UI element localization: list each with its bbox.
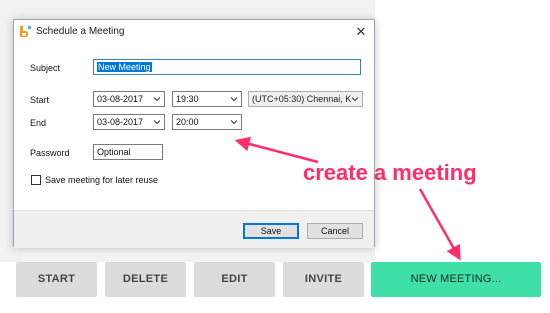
invite-button[interactable]: INVITE <box>283 262 364 297</box>
subject-value: New Meeting <box>97 62 152 72</box>
schedule-meeting-dialog: Schedule a Meeting ✕ Subject New Meeting… <box>13 19 375 248</box>
password-input[interactable]: Optional <box>93 144 163 160</box>
chevron-down-icon <box>230 120 238 125</box>
end-date-picker[interactable]: 03-08-2017 <box>93 114 165 130</box>
new-meeting-button[interactable]: NEW MEETING... <box>371 262 541 297</box>
subject-input[interactable]: New Meeting <box>93 59 361 75</box>
annotation-text: create a meeting <box>303 160 477 185</box>
timezone-select[interactable]: (UTC+05:30) Chennai, K <box>248 91 363 107</box>
end-time-value: 20:00 <box>176 117 199 127</box>
dialog-footer: Save Cancel <box>14 210 374 248</box>
delete-button[interactable]: DELETE <box>105 262 186 297</box>
start-time-value: 19:30 <box>176 94 199 104</box>
close-icon[interactable]: ✕ <box>348 20 374 44</box>
save-button[interactable]: Save <box>243 223 299 239</box>
password-placeholder: Optional <box>97 147 131 157</box>
timezone-value: (UTC+05:30) Chennai, K <box>252 94 352 104</box>
start-date-picker[interactable]: 03-08-2017 <box>93 91 165 107</box>
dialog-titlebar: Schedule a Meeting ✕ <box>14 20 374 46</box>
end-time-picker[interactable]: 20:00 <box>172 114 242 130</box>
start-button[interactable]: START <box>16 262 97 297</box>
end-date-value: 03-08-2017 <box>97 117 144 127</box>
start-date-value: 03-08-2017 <box>97 94 144 104</box>
subject-label: Subject <box>30 63 61 73</box>
edit-button[interactable]: EDIT <box>194 262 275 297</box>
save-meeting-label: Save meeting for later reuse <box>45 175 159 185</box>
save-meeting-checkbox[interactable] <box>31 175 41 185</box>
cancel-button[interactable]: Cancel <box>307 223 363 239</box>
chevron-down-icon <box>153 120 161 125</box>
dialog-title: Schedule a Meeting <box>36 26 125 37</box>
chevron-down-icon <box>351 97 359 102</box>
password-label: Password <box>30 148 70 158</box>
end-label: End <box>30 118 47 128</box>
arrow-to-new-meeting-button <box>418 188 461 261</box>
chevron-down-icon <box>230 97 238 102</box>
chevron-down-icon <box>153 97 161 102</box>
start-time-picker[interactable]: 19:30 <box>172 91 242 107</box>
start-label: Start <box>30 95 50 105</box>
app-logo-icon <box>19 25 32 38</box>
